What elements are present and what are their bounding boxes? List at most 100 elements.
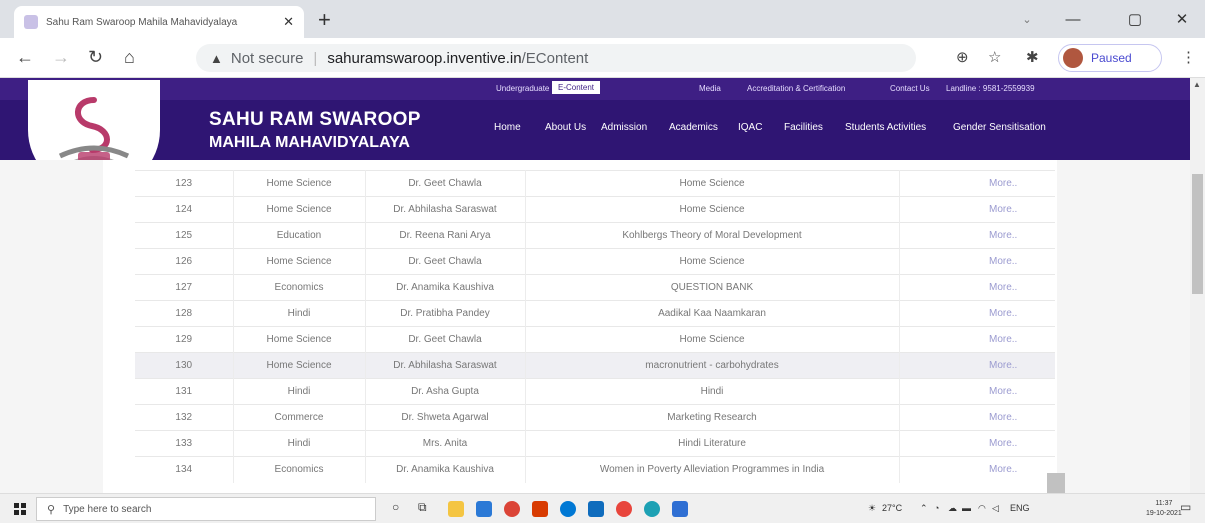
tray-chevron-icon[interactable]: ⌃ — [920, 503, 928, 514]
nav-facilities[interactable]: Facilities — [784, 122, 823, 133]
row-number: 126 — [135, 248, 234, 275]
profile-button[interactable]: Paused — [1058, 44, 1162, 72]
address-bar-row: ← → ↻ ⌂ ▲ Not secure | sahuramswaroop.in… — [0, 38, 1205, 78]
taskbar-clock[interactable]: 11:37 19-10-2021 — [1146, 499, 1182, 519]
tray-network-icon[interactable]: ◔ — [934, 503, 939, 513]
zoom-icon[interactable]: ⊕ — [956, 48, 969, 66]
topbar-accreditation-link[interactable]: Accreditation & Certification — [747, 84, 845, 93]
photos-icon[interactable] — [672, 501, 688, 517]
row-spacer — [899, 326, 979, 353]
row-number: 128 — [135, 300, 234, 327]
bookmark-star-icon[interactable]: ☆ — [988, 48, 1001, 66]
minimize-button[interactable]: — — [1050, 0, 1096, 38]
topbar-landline: Landline : 9581-2559939 — [946, 84, 1035, 93]
tab-search-icon[interactable]: ⌄ — [1004, 0, 1050, 38]
row-topic: Home Science — [525, 248, 900, 275]
row-spacer — [899, 248, 979, 275]
row-number: 133 — [135, 430, 234, 457]
tab-close-icon[interactable]: ✕ — [283, 14, 294, 30]
page-scrollbar[interactable]: ▲ — [1190, 78, 1205, 493]
menu-kebab-icon[interactable]: ⋮ — [1181, 48, 1196, 66]
row-more-link[interactable]: More.. — [979, 456, 1055, 483]
row-more-link[interactable]: More.. — [979, 274, 1055, 301]
row-more-link[interactable]: More.. — [979, 352, 1055, 379]
row-more-link[interactable]: More.. — [979, 248, 1055, 275]
url-host[interactable]: sahuramswaroop.inventive.in — [327, 50, 521, 67]
row-department: Home Science — [233, 326, 366, 353]
chrome-profile-icon[interactable] — [616, 501, 632, 517]
security-label[interactable]: Not secure — [231, 50, 304, 67]
new-tab-button[interactable]: + — [318, 9, 331, 31]
row-more-link[interactable]: More.. — [979, 222, 1055, 249]
close-window-button[interactable]: ✕ — [1159, 0, 1205, 38]
reload-icon[interactable]: ↻ — [88, 47, 103, 67]
tray-battery-icon[interactable]: ▬ — [962, 503, 971, 513]
table-row: 126 Home Science Dr. Geet Chawla Home Scien… — [135, 248, 1055, 275]
forward-icon[interactable]: → — [52, 47, 70, 67]
tray-onedrive-icon[interactable]: ☁ — [948, 503, 957, 514]
row-number: 134 — [135, 456, 234, 483]
extensions-icon[interactable]: ✱ — [1026, 48, 1039, 66]
weather-temperature[interactable]: 27°C — [882, 503, 902, 513]
tray-language[interactable]: ENG — [1010, 503, 1030, 513]
topbar-media-link[interactable]: Media — [699, 84, 721, 93]
edge-icon[interactable] — [644, 501, 660, 517]
scroll-up-icon[interactable]: ▲ — [1193, 80, 1201, 89]
maximize-button[interactable]: ▢ — [1112, 0, 1158, 38]
browser-tab[interactable]: Sahu Ram Swaroop Mahila Mahavidyalaya ✕ — [14, 6, 304, 38]
cortana-icon[interactable]: ○ — [392, 500, 399, 514]
search-icon: ⚲ — [47, 503, 56, 516]
mail-icon[interactable] — [588, 501, 604, 517]
url-path[interactable]: /EContent — [522, 50, 589, 67]
row-department: Hindi — [233, 300, 366, 327]
row-teacher: Dr. Reena Rani Arya — [365, 222, 526, 249]
row-number: 125 — [135, 222, 234, 249]
page-scrollbar-thumb[interactable] — [1192, 174, 1203, 294]
nav-gender-sensitisation[interactable]: Gender Sensitisation — [953, 122, 1046, 133]
app-icon[interactable] — [560, 501, 576, 517]
home-icon[interactable]: ⌂ — [124, 47, 135, 67]
topbar-undergraduate-link[interactable]: Undergraduate — [496, 84, 549, 93]
tray-wifi-icon[interactable]: ◠ — [978, 503, 986, 514]
nav-iqac[interactable]: IQAC — [738, 122, 762, 133]
warning-icon[interactable]: ▲ — [210, 51, 223, 66]
tray-volume-icon[interactable]: ◁ — [992, 503, 999, 514]
row-more-link[interactable]: More.. — [979, 300, 1055, 327]
chrome-icon[interactable] — [504, 501, 520, 517]
windows-taskbar: ⚲ Type here to search ○ ⧉ ☀ 27°C ⌃ ◔ ☁ ▬… — [0, 493, 1205, 523]
taskbar-search[interactable]: ⚲ Type here to search — [36, 497, 376, 521]
topbar-econtent-link[interactable]: E-Content — [552, 81, 601, 94]
row-teacher: Mrs. Anita — [365, 430, 526, 457]
row-spacer — [899, 404, 979, 431]
topbar-contact-link[interactable]: Contact Us — [890, 84, 930, 93]
nav-admission[interactable]: Admission — [601, 122, 647, 133]
row-department: Home Science — [233, 196, 366, 223]
table-scrollbar-thumb[interactable] — [1047, 473, 1065, 493]
back-icon[interactable]: ← — [16, 47, 34, 67]
row-more-link[interactable]: More.. — [979, 196, 1055, 223]
row-more-link[interactable]: More.. — [979, 326, 1055, 353]
row-spacer — [899, 274, 979, 301]
row-teacher: Dr. Abhilasha Saraswat — [365, 196, 526, 223]
task-view-icon[interactable]: ⧉ — [418, 500, 427, 515]
row-more-link[interactable]: More.. — [979, 170, 1055, 197]
address-bar[interactable]: ▲ Not secure | sahuramswaroop.inventive.… — [196, 44, 916, 72]
nav-home[interactable]: Home — [494, 122, 521, 133]
store-icon[interactable] — [476, 501, 492, 517]
row-more-link[interactable]: More.. — [979, 430, 1055, 457]
row-teacher: Dr. Pratibha Pandey — [365, 300, 526, 327]
office-icon[interactable] — [532, 501, 548, 517]
nav-about-us[interactable]: About Us — [545, 122, 586, 133]
windows-start-icon[interactable] — [14, 503, 26, 515]
nav-students-activities[interactable]: Students Activities — [845, 122, 926, 133]
file-explorer-icon[interactable] — [448, 501, 464, 517]
weather-icon[interactable]: ☀ — [868, 503, 876, 514]
row-more-link[interactable]: More.. — [979, 404, 1055, 431]
row-spacer — [899, 222, 979, 249]
taskbar-search-placeholder: Type here to search — [63, 503, 152, 515]
row-topic: Home Science — [525, 170, 900, 197]
row-more-link[interactable]: More.. — [979, 378, 1055, 405]
nav-academics[interactable]: Academics — [669, 122, 718, 133]
profile-status: Paused — [1091, 51, 1132, 65]
notifications-icon[interactable]: ▭ — [1180, 500, 1191, 514]
